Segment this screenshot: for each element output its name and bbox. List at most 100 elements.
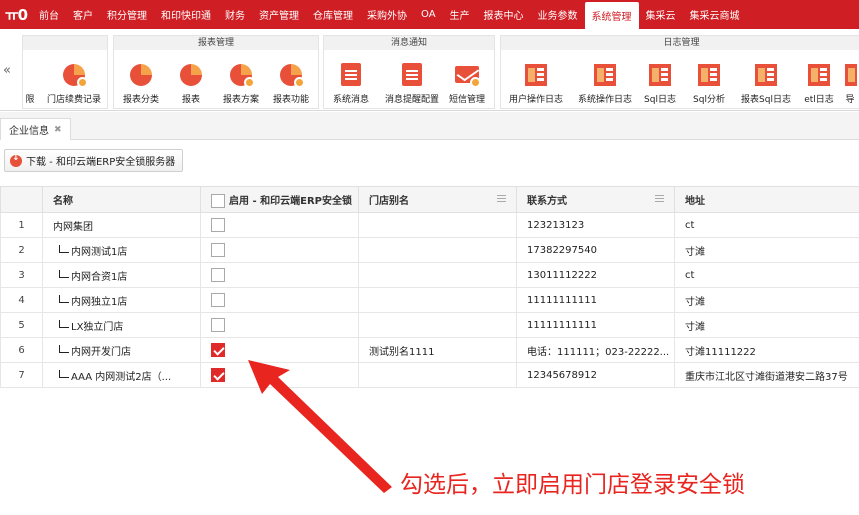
enabled-cell [200,262,359,288]
ribbon-item-label: 导 [845,95,855,105]
pie-chart-icon [61,62,88,88]
ribbon-item-user-log[interactable]: 用户操作日志 [504,54,568,105]
address-cell: 寸滩 [674,237,859,263]
col-header-address[interactable]: 地址 [674,186,859,213]
enable-lock-checkbox[interactable] [211,368,225,382]
ribbon-item-system-message[interactable]: 系统消息 [326,54,376,105]
grid-header-row: 名称 启用 - 和印云端ERP安全锁 门店别名 联系方式 地址 [0,186,859,213]
table-row[interactable]: 7 AAA 内网测试2店（... 12345678912 重庆市江北区寸滩街道港安二路… [0,362,859,388]
ribbon-item-label: 报表功能 [272,95,309,105]
tab-company-info[interactable]: 企业信息 ✖ [0,118,71,140]
ribbon-item-limit[interactable]: 限 [17,54,43,105]
ribbon-item-sql-analysis[interactable]: Sql分析 [687,54,731,105]
row-index: 4 [0,287,43,313]
pie-chart-icon [178,62,204,88]
ribbon-item-label: Sql分析 [693,95,725,105]
ribbon-item-system-log[interactable]: 系统操作日志 [573,54,637,105]
enabled-cell [200,337,359,363]
enable-lock-checkbox[interactable] [211,343,225,357]
nav-item[interactable]: 前台 [32,0,66,29]
alias-cell [358,362,517,388]
nav-item[interactable]: 和印快印通 [154,0,218,29]
enabled-cell [200,212,359,238]
enable-lock-checkbox[interactable] [211,293,225,307]
table-row[interactable]: 3 内网合资1店 13011112222 ct [0,262,859,288]
ribbon-item-message-reminder[interactable]: 消息提醒配置 [384,54,440,105]
close-tab-icon[interactable]: ✖ [54,125,62,135]
nav-item[interactable]: 集采云商城 [683,0,747,29]
download-lock-server-button[interactable]: 下载 - 和印云端ERP安全锁服务器 [4,149,184,172]
contact-cell: 13011112222 [516,262,675,288]
ribbon-item-label: 门店续费记录 [46,95,101,105]
contact-cell: 11111111111 [516,287,675,313]
col-header-contact[interactable]: 联系方式 [516,186,675,213]
pie-chart-gear-icon [278,62,305,88]
tree-branch-icon [59,269,69,278]
group-title: 报表管理 [114,36,318,50]
ribbon-item-report-plan[interactable]: 报表方案 [216,54,266,105]
nav-item[interactable]: 仓库管理 [306,0,360,29]
nav-item[interactable]: 报表中心 [477,0,531,29]
limit-icon [17,62,43,88]
nav-item[interactable]: 积分管理 [100,0,154,29]
ribbon-group-messages: 消息通知 系统消息 消息提醒配置 短信管理 [323,35,495,109]
contact-cell: 123213123 [516,212,675,238]
row-index: 5 [0,312,43,338]
ribbon-item-report-sql-log[interactable]: 报表Sql日志 [735,54,797,105]
ribbon-item-report[interactable]: 报表 [166,54,216,105]
tree-branch-icon [59,319,69,328]
column-menu-icon[interactable] [497,195,506,196]
grid-toolbar: 下载 - 和印云端ERP安全锁服务器 [0,141,859,181]
nav-item[interactable]: 采购外协 [360,0,414,29]
table-row[interactable]: 6 内网开发门店 测试别名1111 电话：111111；023-22222... 寸滩1… [0,337,859,363]
enabled-cell [200,287,359,313]
nav-item[interactable]: 业务参数 [531,0,585,29]
ribbon-item-report-category[interactable]: 报表分类 [116,54,166,105]
enable-lock-checkbox[interactable] [211,318,225,332]
collapse-ribbon-icon[interactable]: « [3,63,11,78]
col-header-alias[interactable]: 门店别名 [358,186,517,213]
address-cell: 重庆市江北区寸滩街道港安二路37号 [674,362,859,388]
nav-item[interactable]: 集采云 [639,0,683,29]
alias-cell [358,212,517,238]
enable-lock-checkbox[interactable] [211,243,225,257]
ribbon-item-sms[interactable]: 短信管理 [442,54,492,105]
alias-cell [358,262,517,288]
ribbon-item-report-function[interactable]: 报表功能 [266,54,316,105]
ribbon-item-etl-log[interactable]: etl日志 [799,54,839,105]
mail-icon [454,62,481,88]
nav-item[interactable]: 财务 [218,0,252,29]
row-index: 3 [0,262,43,288]
ribbon-item-label: 报表方案 [222,95,259,105]
col-header-index [0,186,43,213]
table-row[interactable]: 2 内网测试1店 17382297540 寸滩 [0,237,859,263]
enable-lock-checkbox[interactable] [211,218,225,232]
ribbon-item-label: 报表Sql日志 [741,95,791,105]
col-header-name[interactable]: 名称 [42,186,201,213]
nav-item[interactable]: OA [414,0,443,29]
log-icon [647,62,673,88]
select-all-checkbox[interactable] [211,193,225,208]
address-cell: ct [674,262,859,288]
table-row[interactable]: 1 内网集团 123213123 ct [0,212,859,238]
nav-item[interactable]: 资产管理 [252,0,306,29]
ribbon-item-label: 报表 [181,95,200,105]
table-row[interactable]: 5 LX独立门店 11111111111 寸滩 [0,312,859,338]
ribbon-item-sql-log[interactable]: Sql日志 [638,54,682,105]
nav-item[interactable]: 生产 [443,0,477,29]
ribbon-toolbar: « 限 门店续费记录 报表管理 报表分类 报表 报表方案 报表功能 消息通知 系… [0,29,859,111]
contact-cell: 11111111111 [516,312,675,338]
ribbon-item-label: 用户操作日志 [508,95,563,105]
enable-lock-checkbox[interactable] [211,268,225,282]
nav-items: 前台 客户 积分管理 和印快印通 财务 资产管理 仓库管理 采购外协 OA 生产 报表中心 业务参数系… [32,0,747,29]
table-row[interactable]: 4 内网独立1店 11111111111 寸滩 [0,287,859,313]
alias-cell [358,287,517,313]
nav-item[interactable]: 客户 [66,0,100,29]
group-title: 消息通知 [324,36,494,50]
tree-branch-icon [59,369,69,378]
nav-item[interactable]: 系统管理 [584,2,639,29]
ribbon-item-export[interactable]: 导 [841,54,859,105]
col-header-enabled[interactable]: 启用 - 和印云端ERP安全锁 [200,186,359,213]
ribbon-item-store-renewal[interactable]: 门店续费记录 [43,54,105,105]
column-menu-icon[interactable] [655,195,664,196]
